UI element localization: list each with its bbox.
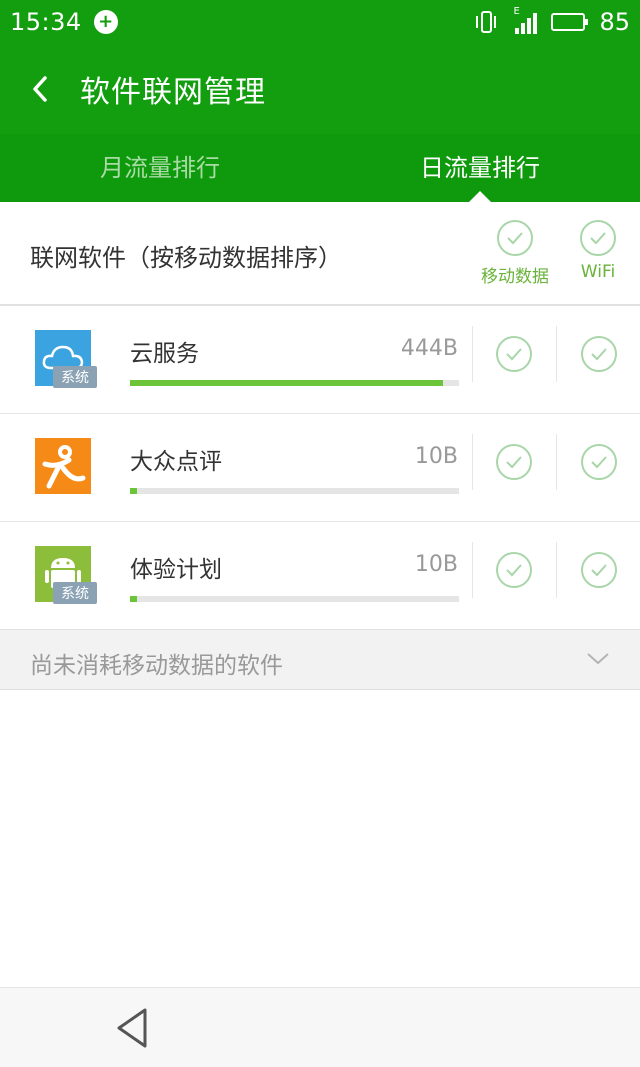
battery-icon: [551, 13, 589, 31]
usage-bar: [130, 596, 459, 602]
mobile-data-toggle[interactable]: [496, 336, 532, 372]
system-badge: 系统: [53, 366, 97, 388]
wifi-toggle[interactable]: [581, 552, 617, 588]
app-usage: 444B: [400, 336, 458, 361]
page-title: 软件联网管理: [80, 75, 266, 110]
list-header-title: 联网软件（按移动数据排序）: [30, 244, 342, 272]
list-item: 系统 体验计划 10B: [0, 522, 640, 630]
chevron-down-icon: [587, 653, 609, 665]
mobile-data-column-toggle[interactable]: 移动数据: [470, 220, 560, 287]
wifi-column-label: WiFi: [580, 262, 616, 282]
app-name: 大众点评: [130, 449, 222, 475]
dianping-icon: [35, 438, 91, 494]
tab-indicator: [469, 191, 491, 202]
battery-level: 85: [599, 8, 630, 36]
nav-back-triangle-icon[interactable]: [113, 1006, 157, 1050]
tab-bar: 月流量排行 日流量排行: [0, 134, 640, 202]
usage-bar-fill: [130, 380, 443, 386]
wifi-toggle[interactable]: [581, 444, 617, 480]
list-item: 大众点评 10B: [0, 414, 640, 522]
app-bar: 软件联网管理: [0, 44, 640, 134]
usage-bar: [130, 380, 459, 386]
mobile-data-column-label: 移动数据: [481, 267, 549, 287]
check-circle-icon: [497, 220, 533, 256]
tab-label: 月流量排行: [100, 153, 220, 182]
navigation-bar: [0, 987, 640, 1067]
vibrate-icon: [473, 9, 499, 35]
system-badge: 系统: [53, 582, 97, 604]
wifi-toggle[interactable]: [581, 336, 617, 372]
signal-label: E: [513, 6, 520, 17]
list-header: 联网软件（按移动数据排序） 移动数据 WiFi: [0, 202, 640, 306]
tab-label: 日流量排行: [420, 153, 540, 182]
signal-icon: E: [513, 6, 538, 34]
app-name: 体验计划: [130, 557, 222, 583]
status-indicators: E 85: [473, 6, 630, 36]
section-label: 尚未消耗移动数据的软件: [30, 653, 283, 679]
check-circle-icon: [580, 220, 616, 256]
app-name: 云服务: [130, 341, 199, 367]
unused-apps-section[interactable]: 尚未消耗移动数据的软件: [0, 629, 640, 690]
mobile-data-toggle[interactable]: [496, 552, 532, 588]
chevron-left-icon: [33, 76, 47, 102]
mobile-data-toggle[interactable]: [496, 444, 532, 480]
status-time: 15:34: [10, 8, 82, 36]
status-bar: 15:34 + E 85: [0, 0, 640, 44]
app-usage: 10B: [414, 444, 458, 469]
usage-bar: [130, 488, 459, 494]
plus-circle-icon: +: [93, 10, 118, 34]
tab-monthly-ranking[interactable]: 月流量排行: [0, 134, 320, 202]
list-item: 系统 云服务 444B: [0, 306, 640, 414]
usage-bar-fill: [130, 596, 137, 602]
usage-bar-fill: [130, 488, 137, 494]
back-button[interactable]: [0, 44, 80, 134]
tab-daily-ranking[interactable]: 日流量排行: [320, 134, 640, 202]
wifi-column-toggle[interactable]: WiFi: [560, 220, 636, 282]
app-usage: 10B: [414, 552, 458, 577]
